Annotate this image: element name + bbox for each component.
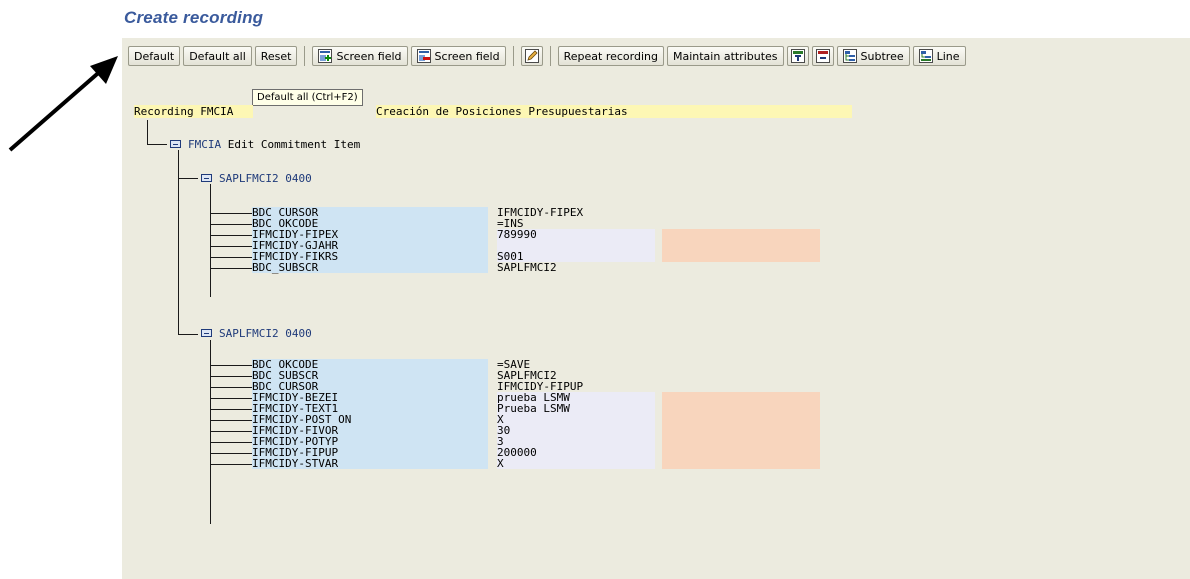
edit-button[interactable] (520, 46, 543, 66)
source-field-cell[interactable] (662, 240, 820, 251)
source-field-cell[interactable] (662, 403, 820, 414)
application-toolbar: Default Default all Reset Screen field S… (128, 44, 966, 68)
tree-connector (210, 453, 252, 454)
tree-connector (210, 431, 252, 432)
screen-field-add-icon (318, 49, 333, 63)
default-all-button-label: Default all (189, 49, 246, 63)
recording-panel (122, 38, 1190, 579)
expand-icon (790, 49, 805, 63)
source-field-cell[interactable] (662, 436, 820, 447)
field-value: 200000 (497, 447, 655, 458)
tree-connector (210, 464, 252, 465)
subtree-button[interactable]: Subtree (836, 46, 910, 66)
field-value: SAPLFMCI2 (497, 261, 557, 274)
field-value: X (497, 414, 655, 425)
screen-field-remove-label: Screen field (434, 49, 500, 63)
screen-field-add-label: Screen field (336, 49, 402, 63)
maintain-attributes-label: Maintain attributes (672, 49, 778, 63)
tree-connector (210, 340, 211, 524)
transaction-code: FMCIA (188, 138, 222, 151)
tree-connector (210, 409, 252, 410)
screen-node[interactable]: SAPLFMCI2 0400 (219, 172, 312, 185)
tree-connector (210, 246, 252, 247)
field-name: BDC_SUBSCR (252, 262, 488, 273)
folder-icon[interactable] (170, 140, 181, 148)
reset-button[interactable]: Reset (254, 46, 298, 66)
source-field-cell[interactable] (662, 392, 820, 403)
default-all-button[interactable]: Default all (183, 46, 252, 66)
screen-field-remove-icon (416, 49, 431, 63)
screen-node[interactable]: SAPLFMCI2 0400 (219, 327, 312, 340)
line-label: Line (936, 49, 960, 63)
tree-connector (210, 268, 252, 269)
tree-connector (210, 387, 252, 388)
screen-field-add-button[interactable]: Screen field (312, 46, 408, 66)
recording-label-field: Recording FMCIA (134, 105, 253, 118)
annotation-arrow (8, 56, 118, 152)
line-button[interactable]: Line (912, 46, 966, 66)
recording-description: Creación de Posiciones Presupuestarias (376, 105, 628, 118)
tree-connector (210, 398, 252, 399)
tree-connector (178, 334, 198, 335)
source-field-cell[interactable] (662, 458, 820, 469)
collapse-icon (815, 49, 830, 63)
field-value: Prueba LSMW (497, 403, 655, 414)
subtree-label: Subtree (860, 49, 904, 63)
screen-name: SAPLFMCI2 0400 (219, 172, 312, 185)
tree-connector (210, 224, 252, 225)
tree-connector (210, 376, 252, 377)
field-name: IFMCIDY-STVAR (252, 458, 488, 469)
toolbar-separator (304, 46, 306, 66)
tree-connector (210, 235, 252, 236)
tree-connector (210, 184, 211, 297)
repeat-recording-label: Repeat recording (563, 49, 658, 63)
default-button-label: Default (134, 49, 175, 63)
tree-connector (210, 213, 252, 214)
tree-connector (210, 442, 252, 443)
screen-name: SAPLFMCI2 0400 (219, 327, 312, 340)
tooltip: Default all (Ctrl+F2) (252, 89, 363, 106)
tree-connector (210, 365, 252, 366)
source-field-cell[interactable] (662, 447, 820, 458)
transaction-node[interactable]: FMCIA Edit Commitment Item (188, 138, 360, 151)
default-button[interactable]: Default (128, 46, 181, 66)
folder-icon[interactable] (201, 329, 212, 337)
subtree-icon (842, 49, 857, 63)
toolbar-separator (549, 46, 551, 66)
maintain-attributes-button[interactable]: Maintain attributes (666, 46, 784, 66)
field-value: 30 (497, 425, 655, 436)
expand-button[interactable] (786, 46, 809, 66)
tree-connector (178, 178, 198, 179)
toolbar-separator (512, 46, 514, 66)
tree-connector (210, 257, 252, 258)
collapse-button[interactable] (811, 46, 834, 66)
page-title: Create recording (124, 8, 264, 27)
reset-button-label: Reset (260, 49, 292, 63)
recording-label: Recording FMCIA (134, 105, 234, 118)
tree-connector (210, 420, 252, 421)
pencil-icon (524, 49, 539, 63)
field-value: X (497, 458, 655, 469)
tree-connector (147, 120, 148, 145)
folder-icon[interactable] (201, 174, 212, 182)
tree-connector (147, 144, 167, 145)
transaction-text: Edit Commitment Item (227, 138, 361, 151)
source-field-cell[interactable] (662, 229, 820, 240)
repeat-recording-button[interactable]: Repeat recording (557, 46, 664, 66)
line-icon (918, 49, 933, 63)
field-value: 789990 (497, 229, 655, 240)
recording-description-field: Creación de Posiciones Presupuestarias (376, 105, 852, 118)
source-field-cell[interactable] (662, 425, 820, 436)
source-field-cell[interactable] (662, 414, 820, 425)
screen-field-remove-button[interactable]: Screen field (410, 46, 506, 66)
source-field-cell[interactable] (662, 251, 820, 262)
